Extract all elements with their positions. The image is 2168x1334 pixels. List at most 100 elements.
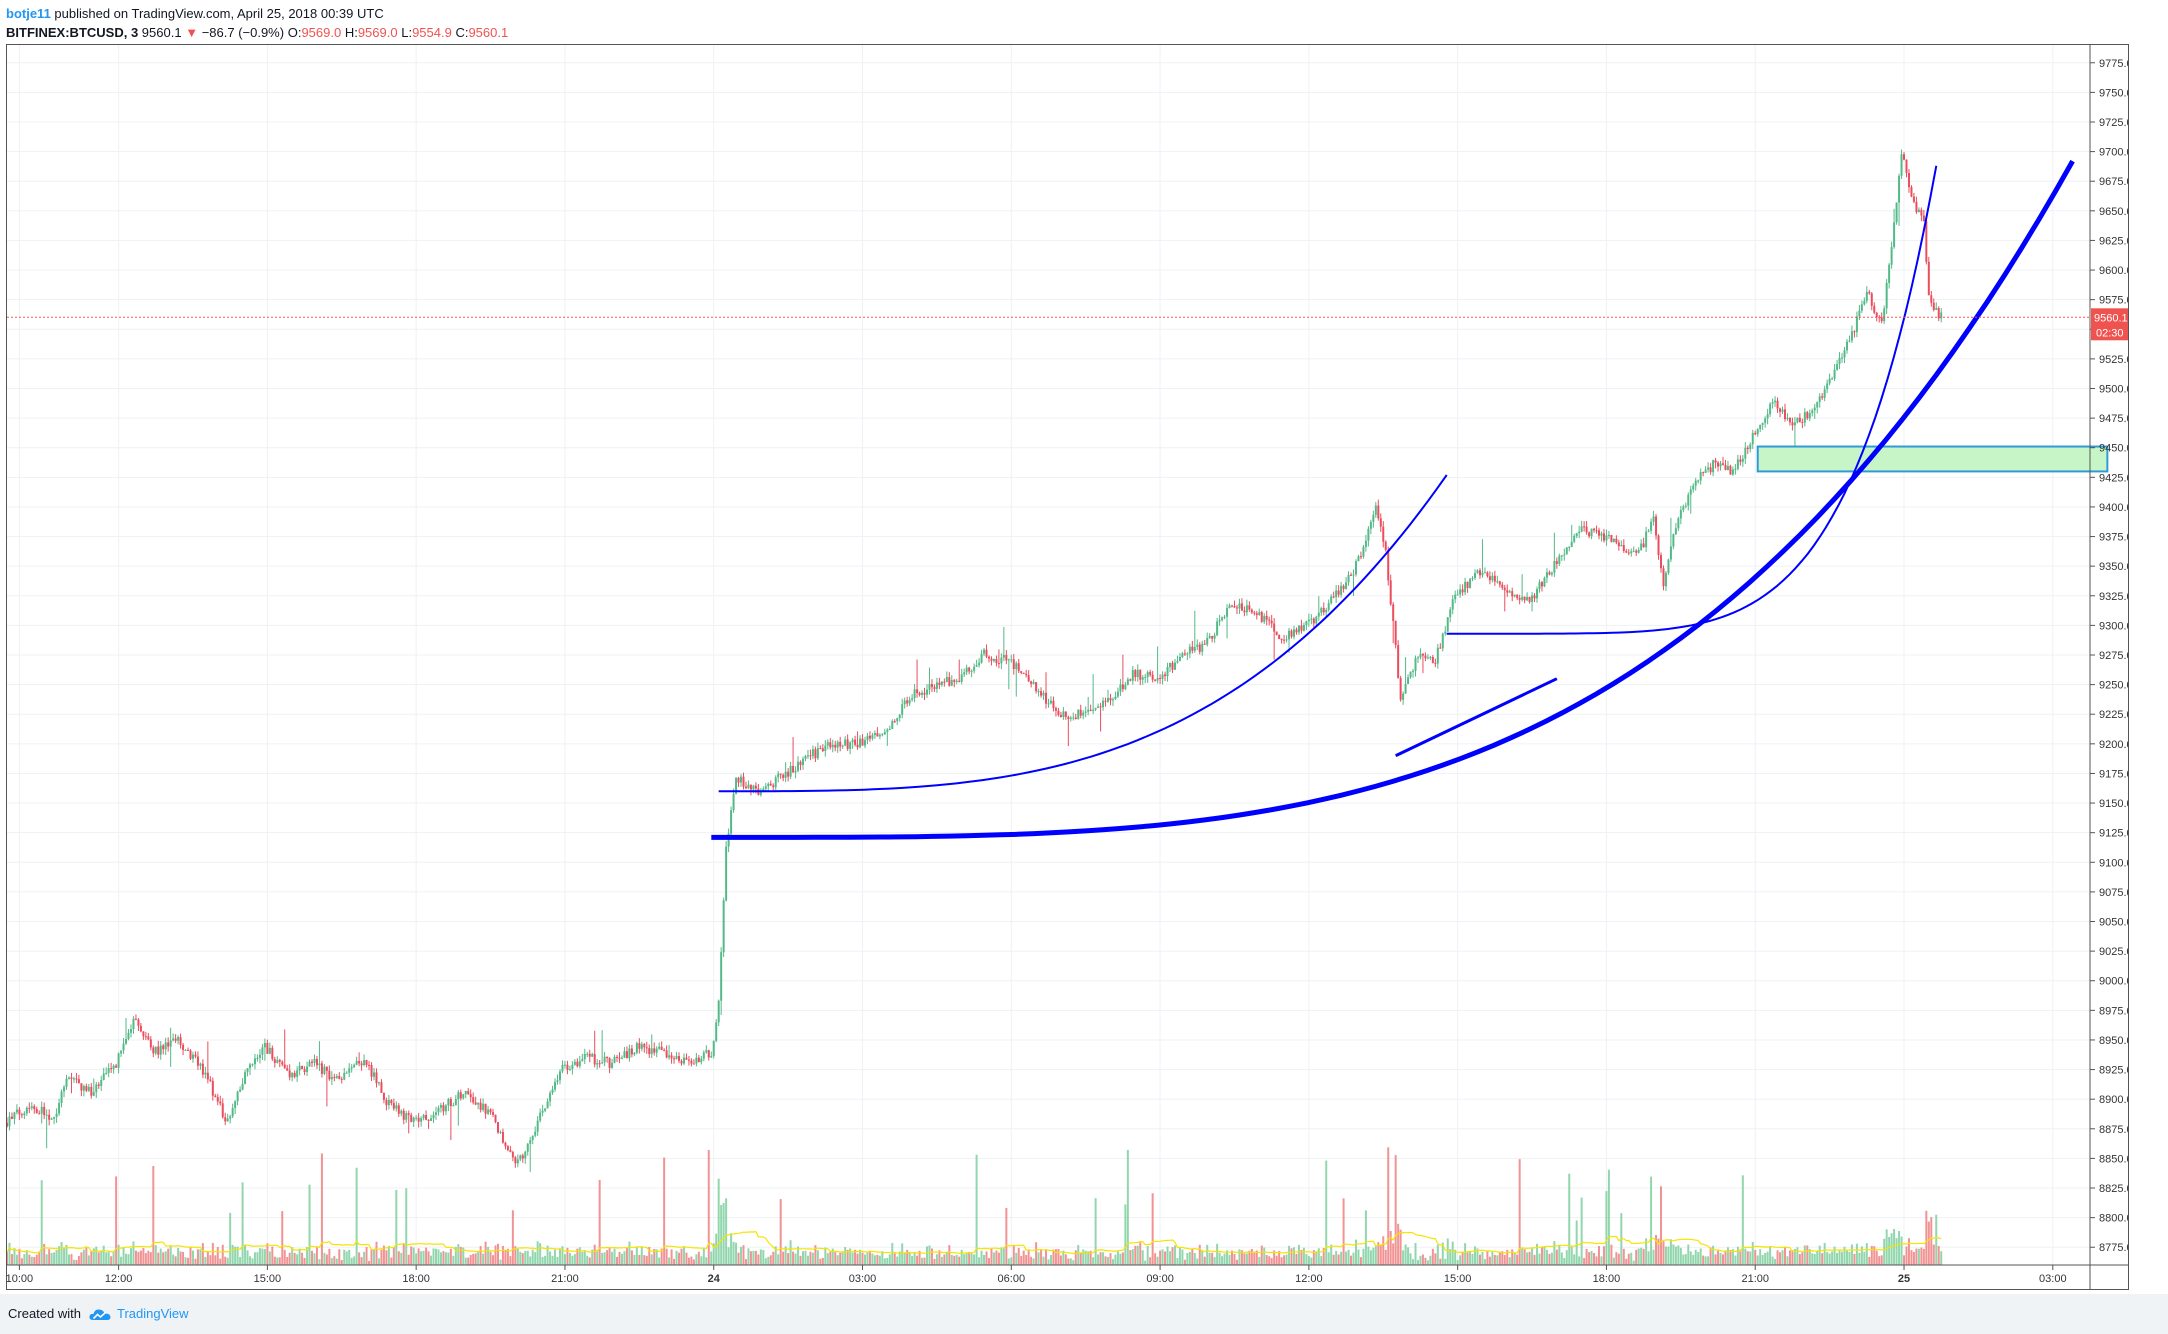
candle-body [1074,717,1077,720]
candle-body [1265,615,1268,620]
volume-bar [1099,1252,1102,1265]
candle-body [965,667,968,673]
author-name[interactable]: botje11 [6,6,51,21]
trendline-drawings[interactable] [711,159,2109,840]
volume-bar [40,1180,43,1265]
candle-body [1528,596,1531,602]
candle-body [1632,550,1635,552]
volume-bar [1260,1245,1263,1265]
volume-bar [15,1254,18,1265]
candle-body [216,1097,219,1102]
candle-body [97,1084,100,1086]
volume-bar [1049,1255,1052,1265]
candle-body [1238,603,1241,609]
volume-bar [1107,1257,1110,1265]
volume-bar [1416,1260,1419,1265]
candle-body [744,786,747,789]
volume-bar [375,1241,378,1265]
volume-bar [578,1247,581,1265]
volume-bar [102,1245,105,1265]
candle-body [67,1077,70,1079]
candle-body [459,1092,462,1099]
volume-bar [501,1245,504,1265]
candle-body [566,1064,569,1070]
volume-bar [340,1259,343,1265]
symbol-interval[interactable]: BITFINEX:BTCUSD, 3 [6,25,138,40]
price-tick-label: 8825.0 [2099,1183,2128,1195]
volume-bar [1017,1247,1020,1265]
volume-bar [1776,1250,1779,1265]
candle-body [1032,682,1035,684]
open-label: O: [287,25,302,40]
candle-body [479,1102,482,1110]
volume-bar [1910,1250,1913,1265]
volume-bar [1077,1245,1080,1265]
volume-bar [10,1254,13,1265]
candle-body [95,1084,98,1093]
candle-body [1372,514,1375,522]
volume-bar [995,1250,998,1265]
candle-body [1037,691,1040,693]
price-tick-label: 9050.0 [2099,917,2128,929]
volume-bar [1878,1256,1881,1265]
volume-bar [970,1253,973,1265]
candle-body [665,1050,668,1058]
candle-body [1255,613,1258,616]
candle-body [110,1068,113,1070]
volume-bar [685,1252,688,1265]
volume-bar [1521,1248,1524,1265]
footer-bar: Created with TradingView [0,1294,2168,1334]
volume-bar [1734,1255,1737,1265]
candle-body [556,1080,559,1082]
volume-bar [494,1245,497,1265]
candle-body [1935,307,1938,310]
candle-body [1486,572,1489,577]
volume-bar [1022,1250,1025,1265]
volume-bar [1669,1239,1672,1265]
candle-body [1635,550,1638,553]
candle-body [1131,670,1134,681]
price-axis[interactable]: 9775.09750.09725.09700.09675.09650.09625… [2089,45,2128,1289]
candle-body [730,810,733,834]
candle-body [764,786,767,789]
candle-body [1736,459,1739,469]
time-axis[interactable]: 10:00 12:00 15:00 18:00 21:00 24 03:00 06:00 09:… [7,1264,2128,1285]
candle-body [1781,409,1784,412]
volume-bar [1297,1244,1300,1265]
candle-body [1198,644,1201,652]
candle-body [38,1113,41,1115]
candle-body [1040,691,1043,696]
candle-body [1419,653,1422,658]
price-chart[interactable]: 9775.09750.09725.09700.09675.09650.09625… [7,45,2128,1289]
tradingview-brand[interactable]: TradingView [117,1294,189,1334]
candle-body [593,1054,596,1065]
volume-bar [1600,1256,1603,1265]
volume-bar [1912,1251,1915,1265]
volume-bar [1064,1254,1067,1265]
volume-bar [1045,1249,1048,1265]
candle-body [1084,711,1087,713]
volume-bar [385,1250,388,1265]
volume-bar [410,1246,413,1265]
volume-bar [1627,1253,1630,1265]
candle-body [1364,540,1367,548]
volume-bar [603,1252,606,1265]
volume-bar [1389,1230,1392,1265]
volume-bar [20,1258,23,1265]
candle-body [1429,656,1432,658]
candle-body [1816,402,1819,408]
candle-body [348,1068,351,1073]
candle-body [125,1038,128,1044]
candle-body [422,1114,425,1119]
volume-bar [1486,1250,1489,1265]
candle-body [1771,402,1774,404]
volume-bar [948,1245,951,1265]
volume-bar [1707,1256,1710,1265]
chart-frame[interactable]: 9775.09750.09725.09700.09675.09650.09625… [6,44,2129,1290]
candle-body [1354,561,1357,575]
candle-body [1250,609,1253,613]
candle-body [1456,594,1459,596]
volume-bar [1635,1249,1638,1265]
support-zone-rect [1756,445,2109,473]
candle-body [355,1060,358,1065]
